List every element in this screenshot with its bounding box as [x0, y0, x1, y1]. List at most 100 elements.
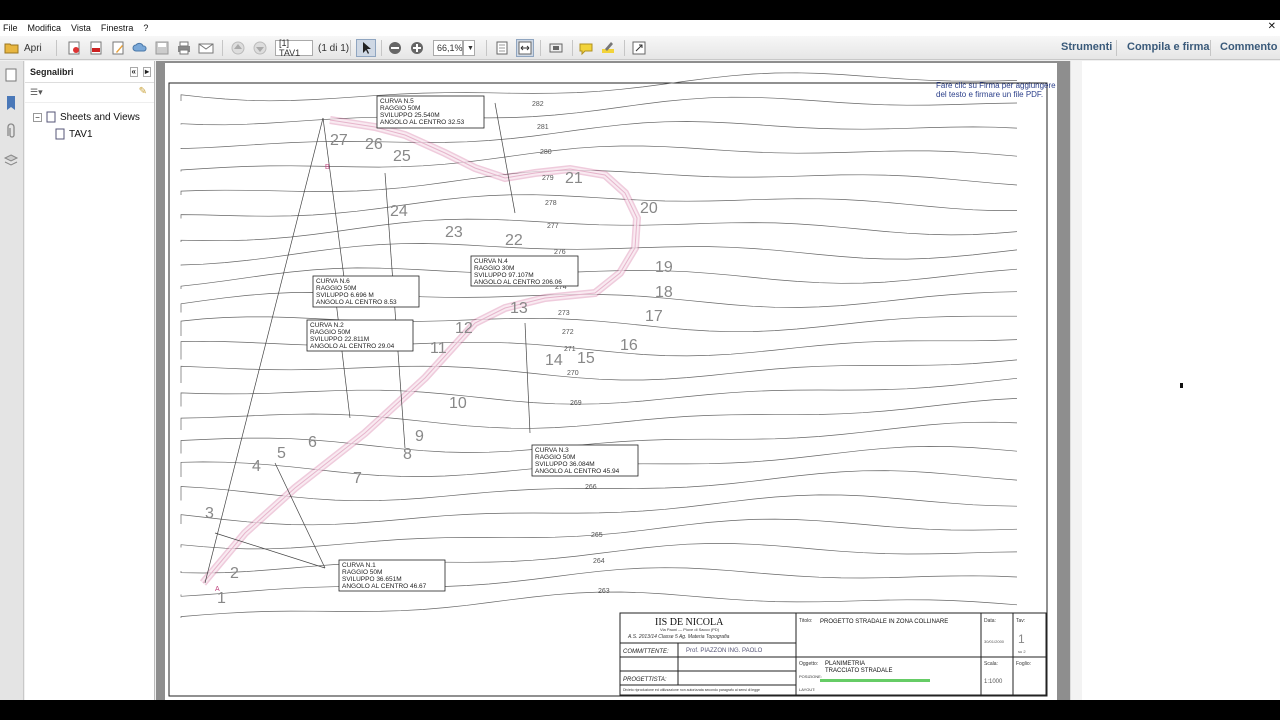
station-label: 15	[577, 350, 595, 367]
chevron-down-icon[interactable]: ▼	[463, 40, 475, 56]
fit-page-button[interactable]	[494, 39, 510, 57]
station-label: 20	[640, 200, 658, 217]
panel-arrow-icon[interactable]: ▸	[142, 67, 151, 77]
bookmarks-header: Segnalibri « ▸	[25, 61, 154, 83]
bookmark-icon[interactable]	[4, 95, 18, 116]
read-mode-icon	[549, 43, 563, 53]
prev-page-button[interactable]	[230, 39, 246, 57]
elevation-label: 263	[598, 588, 610, 595]
construction-line	[524, 322, 531, 434]
read-mode-button[interactable]	[548, 39, 564, 57]
station-label: 27	[330, 132, 348, 149]
collapse-panel-icon[interactable]: «	[129, 67, 138, 77]
attachment-icon[interactable]	[4, 123, 18, 144]
options-menu-icon[interactable]: ☰▾	[30, 87, 43, 98]
menu-help[interactable]: ?	[143, 23, 148, 33]
curve-angolo: ANGOLO AL CENTRO 206.06	[474, 279, 562, 286]
contour-line	[180, 121, 1018, 149]
data-value: 30/01/2000	[984, 639, 1005, 644]
zoom-field[interactable]: 66,1%	[433, 40, 463, 56]
expand-button[interactable]	[631, 39, 647, 57]
open-label: Apri	[24, 42, 42, 54]
select-tool-button[interactable]	[356, 39, 376, 57]
navigation-strip	[0, 61, 24, 700]
open-button[interactable]: Apri	[4, 39, 42, 57]
toolbar: Apri [1] TAV1 (1 di 1) 66,1%▼ Strumenti	[0, 36, 1280, 60]
create-button[interactable]	[66, 39, 82, 57]
station-label: 2	[230, 565, 239, 582]
elevation-label: 272	[562, 329, 574, 336]
plus-circle-icon	[411, 42, 423, 54]
layers-icon[interactable]	[3, 153, 19, 174]
menu-file[interactable]: File	[3, 23, 18, 33]
menu-finestra[interactable]: Finestra	[101, 23, 134, 33]
construction-line	[334, 292, 351, 419]
school-year: A.S. 2013/14 Classe 5 Ag. Materia Topogr…	[627, 634, 730, 640]
zoom-in-button[interactable]	[409, 39, 425, 57]
posizione-highlight	[820, 679, 930, 682]
station-label: 3	[205, 505, 214, 522]
menu-vista[interactable]: Vista	[71, 23, 91, 33]
print-button[interactable]	[176, 39, 192, 57]
curve-angolo: ANGOLO AL CENTRO 29.04	[310, 343, 395, 350]
comment-button[interactable]	[578, 39, 594, 57]
speech-bubble-icon	[579, 43, 593, 56]
contour-line	[180, 194, 1017, 219]
pdf-button[interactable]	[88, 39, 104, 57]
page-field[interactable]: [1] TAV1	[275, 38, 313, 58]
tree-child[interactable]: TAV1	[55, 128, 93, 140]
tree-root[interactable]: − Sheets and Views	[33, 111, 140, 123]
curve-title: CURVA N.5	[380, 98, 414, 105]
elevation-label: 271	[564, 346, 576, 353]
foglio-label: Foglio:	[1016, 661, 1031, 667]
tools-link[interactable]: Strumenti	[1061, 41, 1112, 53]
elevation-label: 269	[570, 400, 582, 407]
bookmarks-tools: ☰▾ ✎	[25, 83, 154, 103]
vertical-scrollbar[interactable]	[1070, 61, 1082, 700]
contour-line	[180, 72, 1018, 102]
next-page-button[interactable]	[252, 39, 268, 57]
curve-angolo: ANGOLO AL CENTRO 46.67	[342, 583, 427, 590]
arrow-up-icon	[231, 41, 245, 55]
station-label: 12	[455, 320, 473, 337]
station-label: 16	[620, 337, 638, 354]
full-width-button[interactable]	[516, 39, 534, 57]
email-button[interactable]	[198, 39, 214, 57]
folder-icon	[4, 43, 19, 54]
zoom-out-button[interactable]	[387, 39, 403, 57]
new-bookmark-icon[interactable]: ✎	[139, 86, 147, 97]
tav-value: 1	[1018, 632, 1025, 646]
station-label: 11	[430, 340, 447, 357]
save-button[interactable]	[154, 39, 170, 57]
station-label: 14	[545, 352, 563, 369]
share-button[interactable]	[132, 39, 148, 57]
elevation-label: 266	[585, 484, 597, 491]
curve-raggio: RAGGIO 50M	[535, 454, 575, 461]
cursor-mark	[1180, 383, 1183, 388]
oggetto-1: PLANIMETRIA	[825, 661, 865, 667]
construction-line	[274, 462, 326, 569]
curve-sviluppo: SVILUPPO 97.107M	[474, 272, 534, 279]
point-b-label: B	[325, 164, 330, 171]
comment-link[interactable]: Commento	[1220, 41, 1277, 53]
bookmarks-panel: Segnalibri « ▸ ☰▾ ✎ − Sheets and Views T…	[25, 61, 155, 700]
station-label: 26	[365, 136, 383, 153]
close-icon[interactable]: ✕	[1268, 21, 1276, 32]
menu-bar: File Modifica Vista Finestra ? ✕	[0, 20, 1280, 36]
cursor-icon	[363, 42, 371, 54]
highlight-button[interactable]	[600, 39, 616, 57]
scala-value: 1:1000	[984, 679, 1003, 685]
contour-line	[180, 243, 1018, 266]
collapse-icon[interactable]: −	[33, 112, 42, 122]
edit-button[interactable]	[110, 39, 126, 57]
station-label: 4	[252, 458, 261, 475]
zoom-select[interactable]: 66,1% ▼	[433, 39, 475, 57]
fill-sign-link[interactable]: Compila e firma	[1127, 41, 1210, 53]
menu-modifica[interactable]: Modifica	[28, 23, 62, 33]
expand-icon	[632, 41, 646, 55]
page-number-input[interactable]: [1] TAV1	[275, 38, 313, 58]
elevation-label: 277	[547, 223, 559, 230]
curve-raggio: RAGGIO 50M	[310, 329, 350, 336]
page-thumbnails-icon[interactable]	[4, 68, 18, 87]
contour-line	[180, 145, 1018, 172]
